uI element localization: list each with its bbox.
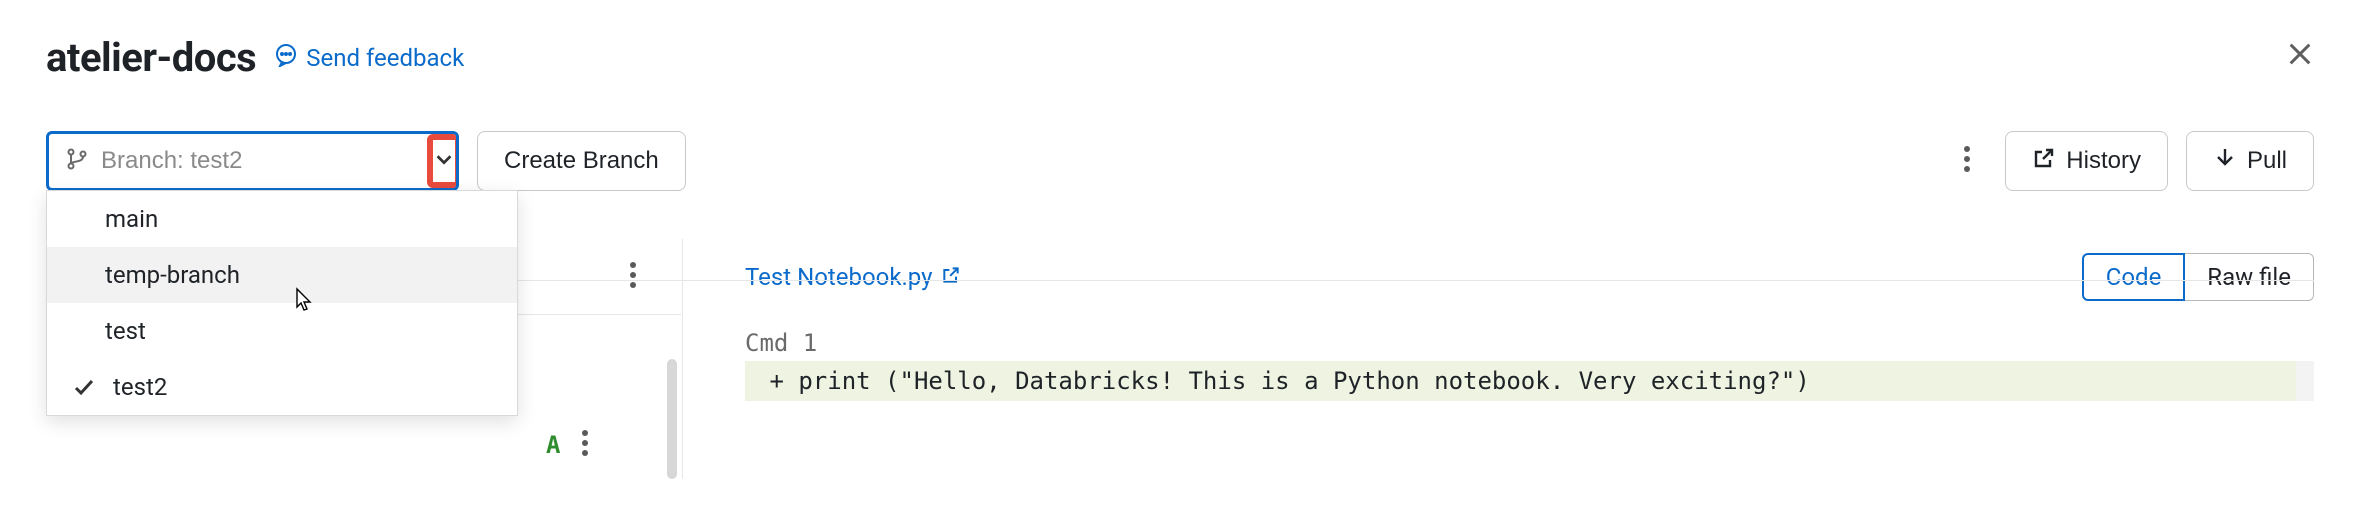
check-icon: [69, 375, 99, 399]
file-item-more-button[interactable]: [570, 425, 600, 465]
pull-button[interactable]: Pull: [2186, 131, 2314, 191]
file-open-link[interactable]: Test Notebook.py: [745, 263, 961, 291]
download-arrow-icon: [2213, 146, 2237, 177]
branch-option-temp-branch[interactable]: temp-branch: [47, 247, 517, 303]
view-tab-code[interactable]: Code: [2082, 253, 2186, 301]
create-branch-button[interactable]: Create Branch: [477, 131, 686, 191]
scrollbar-thumb[interactable]: [667, 359, 677, 479]
chat-icon: [274, 43, 298, 73]
send-feedback-link[interactable]: Send feedback: [274, 43, 464, 73]
branch-combo[interactable]: [46, 131, 459, 191]
page-title: atelier-docs: [46, 34, 256, 81]
branch-option-test2[interactable]: test2: [47, 359, 517, 415]
git-branch-icon: [65, 147, 89, 175]
command-label: Cmd 1: [745, 329, 2314, 357]
close-icon: [2286, 53, 2314, 72]
kebab-icon: [1963, 146, 1971, 176]
vertical-divider: [682, 239, 683, 479]
send-feedback-label: Send feedback: [306, 44, 464, 72]
create-branch-label: Create Branch: [504, 147, 659, 175]
diff-added-line: + print ("Hello, Databricks! This is a P…: [745, 361, 2314, 401]
kebab-icon: [581, 430, 589, 460]
branch-input[interactable]: [101, 147, 411, 175]
history-label: History: [2066, 147, 2141, 175]
pull-label: Pull: [2247, 147, 2287, 175]
branch-dropdown-toggle[interactable]: [427, 134, 459, 188]
kebab-icon: [629, 262, 637, 292]
file-name-label: Test Notebook.py: [745, 263, 933, 291]
file-list-more-button[interactable]: [613, 257, 653, 297]
branch-option-test[interactable]: test: [47, 303, 517, 359]
status-badge: A: [546, 431, 560, 459]
external-link-icon: [2032, 146, 2056, 177]
history-button[interactable]: History: [2005, 131, 2168, 191]
view-tab-raw[interactable]: Raw file: [2185, 253, 2314, 301]
branch-option-main[interactable]: main: [47, 191, 517, 247]
branch-dropdown: main temp-branch test test2: [46, 190, 518, 416]
branch-option-label: test2: [113, 373, 167, 401]
chevron-down-icon: [433, 148, 455, 174]
branch-option-label: main: [69, 205, 158, 233]
file-tree-item[interactable]: A: [546, 425, 600, 465]
close-button[interactable]: [2286, 40, 2314, 72]
branch-option-label: test: [69, 317, 146, 345]
branch-option-label: temp-branch: [69, 261, 240, 289]
external-link-icon: [941, 263, 961, 291]
more-actions-button[interactable]: [1947, 141, 1987, 181]
